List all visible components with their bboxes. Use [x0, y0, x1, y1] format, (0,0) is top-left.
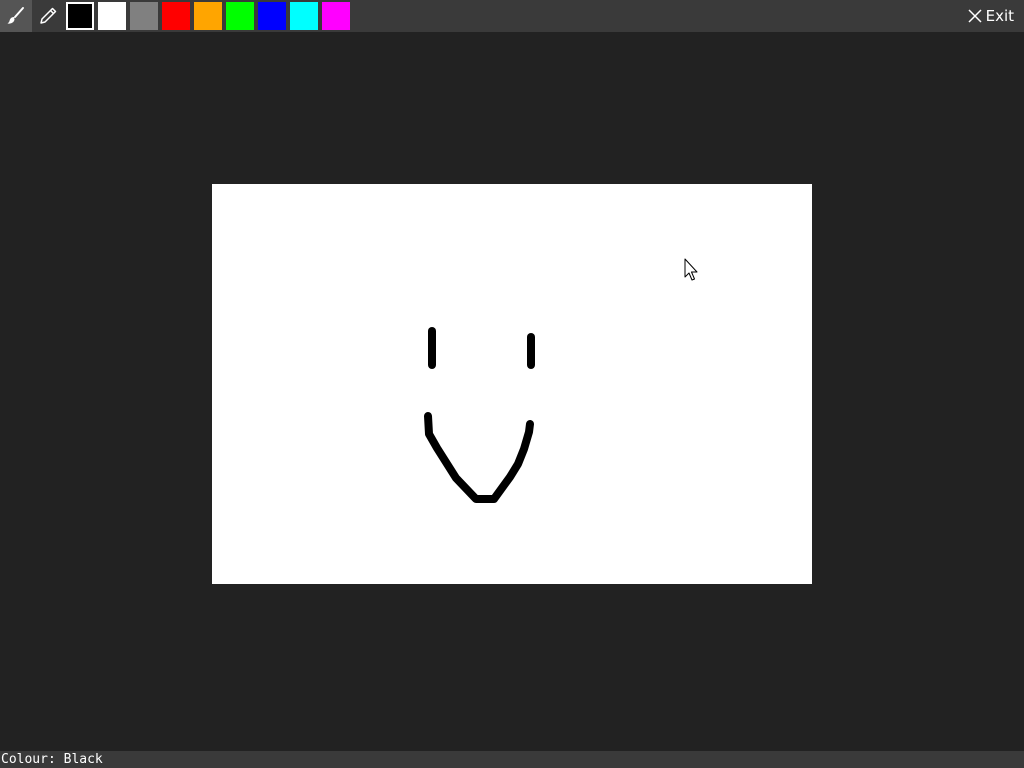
colour-palette — [64, 0, 352, 32]
orange-swatch-cell — [192, 0, 224, 32]
pencil-icon — [40, 7, 57, 24]
smile-stroke — [424, 412, 534, 503]
status-bar: Colour: Black — [0, 751, 1024, 768]
status-text: Colour: Black — [1, 752, 103, 767]
gray-swatch[interactable] — [130, 2, 158, 30]
drawing-canvas[interactable] — [212, 184, 812, 584]
white-swatch-cell — [96, 0, 128, 32]
close-icon — [968, 9, 982, 23]
drawing-strokes — [424, 327, 535, 503]
exit-label: Exit — [985, 7, 1014, 25]
green-swatch-cell — [224, 0, 256, 32]
paint-app: Exit Colour: Black — [0, 0, 1024, 768]
cyan-swatch[interactable] — [290, 2, 318, 30]
black-swatch-cell — [64, 0, 96, 32]
blue-swatch-cell — [256, 0, 288, 32]
blue-swatch[interactable] — [258, 2, 286, 30]
magenta-swatch[interactable] — [322, 2, 350, 30]
red-swatch[interactable] — [162, 2, 190, 30]
black-swatch[interactable] — [66, 2, 94, 30]
toolbar: Exit — [0, 0, 1024, 32]
brush-tool-button[interactable] — [0, 0, 32, 32]
pencil-tool-button[interactable] — [32, 0, 64, 32]
cyan-swatch-cell — [288, 0, 320, 32]
white-swatch[interactable] — [98, 2, 126, 30]
green-swatch[interactable] — [226, 2, 254, 30]
red-swatch-cell — [160, 0, 192, 32]
orange-swatch[interactable] — [194, 2, 222, 30]
gray-swatch-cell — [128, 0, 160, 32]
brush-icon — [7, 7, 24, 24]
magenta-swatch-cell — [320, 0, 352, 32]
mouse-pointer-icon — [684, 258, 698, 281]
exit-button[interactable]: Exit — [968, 0, 1014, 32]
